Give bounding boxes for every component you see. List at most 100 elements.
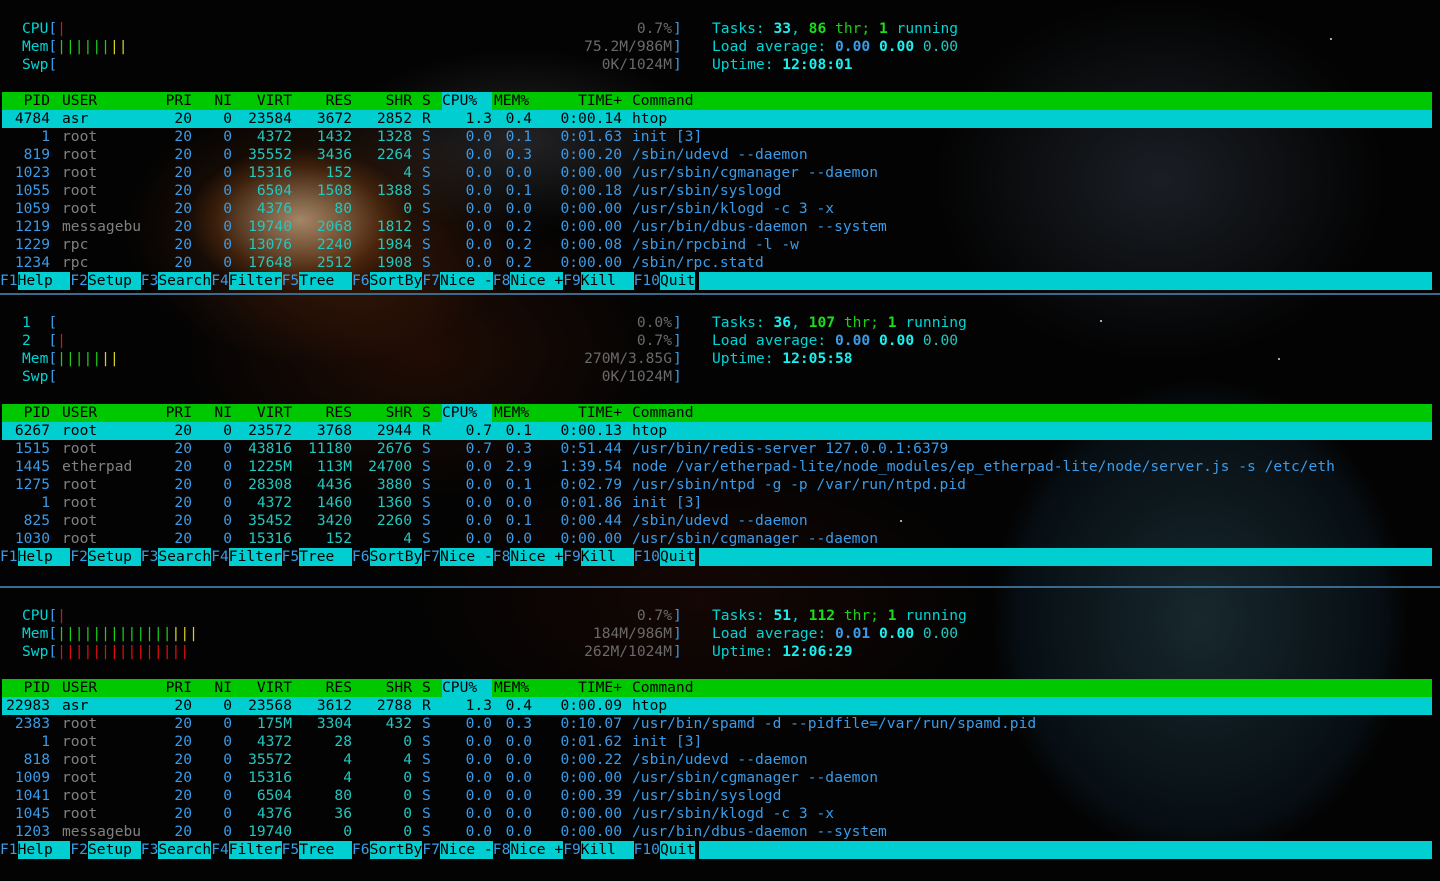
fkey-f7-key[interactable]: F7 bbox=[422, 548, 440, 566]
fkey-f2-key[interactable]: F2 bbox=[70, 841, 88, 859]
fkey-f7-label[interactable]: Nice - bbox=[440, 841, 493, 859]
fkey-f5-key[interactable]: F5 bbox=[282, 548, 300, 566]
column-header-time[interactable]: TIME+ bbox=[542, 92, 622, 110]
fkey-f8-key[interactable]: F8 bbox=[493, 548, 511, 566]
column-header-shr[interactable]: SHR bbox=[352, 679, 412, 697]
fkey-f4-label[interactable]: Filter bbox=[228, 272, 282, 290]
column-header-pri[interactable]: PRI bbox=[152, 404, 192, 422]
fkey-f10-key[interactable]: F10 bbox=[634, 548, 660, 566]
fkey-f2-label[interactable]: Setup bbox=[88, 841, 141, 859]
column-header-virt[interactable]: VIRT bbox=[232, 679, 292, 697]
column-header-shr[interactable]: SHR bbox=[352, 92, 412, 110]
fkey-f3-key[interactable]: F3 bbox=[141, 272, 159, 290]
fkey-f9-key[interactable]: F9 bbox=[563, 272, 581, 290]
process-row[interactable]: 825 root 20 0 35452 3420 2260 S 0.0 0.1 0:00.44/sb… bbox=[2, 512, 1432, 530]
fkey-f9-key[interactable]: F9 bbox=[563, 548, 581, 566]
fkey-f5-label[interactable]: Tree bbox=[299, 548, 352, 566]
column-header-res[interactable]: RES bbox=[292, 679, 352, 697]
process-row-selected[interactable]: 4784 asr 20 0 23584 3672 2852 R 1.3 0.4 0:00.14 hto… bbox=[2, 110, 1432, 128]
process-row[interactable]: 818 root 20 0 35572 4 4 S 0.0 0.0 0:00.22/sbin/ude… bbox=[2, 751, 1432, 769]
column-header-command[interactable]: Command bbox=[632, 679, 1432, 697]
column-header-s[interactable]: S bbox=[422, 92, 434, 110]
fkey-f6-key[interactable]: F6 bbox=[352, 272, 370, 290]
fkey-f10-key[interactable]: F10 bbox=[634, 841, 660, 859]
fkey-f3-label[interactable]: Search bbox=[158, 548, 212, 566]
fkey-f1-key[interactable]: F1 bbox=[0, 841, 18, 859]
column-header-user[interactable]: USER bbox=[62, 679, 152, 697]
fkey-f2-label[interactable]: Setup bbox=[88, 548, 141, 566]
fkey-f6-key[interactable]: F6 bbox=[352, 841, 370, 859]
column-header-mem[interactable]: MEM% bbox=[494, 92, 534, 110]
process-row-selected[interactable]: 6267 root 20 0 23572 3768 2944 R 0.7 0.1 0:00.13 ht… bbox=[2, 422, 1432, 440]
process-row[interactable]: 1023 root 20 0 15316 152 4 S 0.0 0.0 0:00.00/usr/s… bbox=[2, 164, 1432, 182]
pane-separator[interactable] bbox=[0, 293, 1440, 295]
fkey-f5-label[interactable]: Tree bbox=[299, 841, 352, 859]
fkey-f10-label[interactable]: Quit bbox=[660, 841, 696, 859]
fkey-f1-label[interactable]: Help bbox=[17, 841, 71, 859]
fkey-f3-label[interactable]: Search bbox=[158, 272, 212, 290]
column-header-time[interactable]: TIME+ bbox=[542, 404, 622, 422]
fkey-f4-label[interactable]: Filter bbox=[228, 841, 282, 859]
fkey-f3-key[interactable]: F3 bbox=[141, 548, 159, 566]
fkey-f7-label[interactable]: Nice - bbox=[440, 272, 493, 290]
fkey-f1-key[interactable]: F1 bbox=[0, 272, 18, 290]
fkey-f3-key[interactable]: F3 bbox=[141, 841, 159, 859]
column-header-cpu[interactable]: CPU% bbox=[442, 404, 492, 422]
column-header-command[interactable]: Command bbox=[632, 404, 1432, 422]
process-row[interactable]: 1275 root 20 0 28308 4436 3880 S 0.0 0.1 0:02.79/u… bbox=[2, 476, 1432, 494]
fkey-f8-label[interactable]: Nice + bbox=[510, 548, 564, 566]
process-row[interactable]: 1229 rpc 20 0 13076 2240 1984 S 0.0 0.2 0:00.08/sb… bbox=[2, 236, 1432, 254]
process-row[interactable]: 1515 root 20 0 43816 11180 2676 S 0.7 0.3 0:51.44 /… bbox=[2, 440, 1432, 458]
fkey-f6-key[interactable]: F6 bbox=[352, 548, 370, 566]
column-header-ni[interactable]: NI bbox=[192, 92, 232, 110]
fkey-f6-label[interactable]: SortBy bbox=[369, 272, 423, 290]
fkey-f5-label[interactable]: Tree bbox=[299, 272, 352, 290]
column-header-ni[interactable]: NI bbox=[192, 679, 232, 697]
fkey-f8-label[interactable]: Nice + bbox=[510, 841, 564, 859]
column-header-mem[interactable]: MEM% bbox=[494, 404, 534, 422]
process-row[interactable]: 1203 messagebu 20 0 19740 0 0 S 0.0 0.0 0:00.00/us… bbox=[2, 823, 1432, 841]
column-header-res[interactable]: RES bbox=[292, 92, 352, 110]
process-row[interactable]: 1009 root 20 0 15316 4 0 S 0.0 0.0 0:00.00/usr/sbi… bbox=[2, 769, 1432, 787]
column-header-ni[interactable]: NI bbox=[192, 404, 232, 422]
fkey-f2-key[interactable]: F2 bbox=[70, 272, 88, 290]
column-header-virt[interactable]: VIRT bbox=[232, 92, 292, 110]
column-header-s[interactable]: S bbox=[422, 679, 434, 697]
column-header-shr[interactable]: SHR bbox=[352, 404, 412, 422]
process-row[interactable]: 1030 root 20 0 15316 152 4 S 0.0 0.0 0:00.00/usr/s… bbox=[2, 530, 1432, 548]
fkey-f7-key[interactable]: F7 bbox=[422, 841, 440, 859]
fkey-f2-label[interactable]: Setup bbox=[88, 272, 141, 290]
fkey-f9-key[interactable]: F9 bbox=[563, 841, 581, 859]
column-header-mem[interactable]: MEM% bbox=[494, 679, 534, 697]
process-row[interactable]: 1045 root 20 0 4376 36 0 S 0.0 0.0 0:00.00/usr/sbi… bbox=[2, 805, 1432, 823]
column-header-virt[interactable]: VIRT bbox=[232, 404, 292, 422]
column-header-pid[interactable]: PID bbox=[2, 679, 50, 697]
fkey-f4-key[interactable]: F4 bbox=[211, 841, 229, 859]
fkey-f3-label[interactable]: Search bbox=[158, 841, 212, 859]
column-header-user[interactable]: USER bbox=[62, 404, 152, 422]
process-row[interactable]: 819 root 20 0 35552 3436 2264 S 0.0 0.3 0:00.20/sb… bbox=[2, 146, 1432, 164]
process-row-selected[interactable]: 22983 asr 20 0 23568 3612 2788 R 1.3 0.4 0:00.09 ht… bbox=[2, 697, 1432, 715]
fkey-f1-label[interactable]: Help bbox=[17, 548, 71, 566]
column-header-cpu[interactable]: CPU% bbox=[442, 679, 492, 697]
pane-separator[interactable] bbox=[0, 586, 1440, 588]
fkey-f4-label[interactable]: Filter bbox=[228, 548, 282, 566]
process-row[interactable]: 1 root 20 0 4372 1460 1360 S 0.0 0.0 0:01.86 init [… bbox=[2, 494, 1432, 512]
process-row[interactable]: 1041 root 20 0 6504 80 0 S 0.0 0.0 0:00.39/usr/sbi… bbox=[2, 787, 1432, 805]
fkey-f5-key[interactable]: F5 bbox=[282, 272, 300, 290]
fkey-f1-key[interactable]: F1 bbox=[0, 548, 18, 566]
fkey-f8-key[interactable]: F8 bbox=[493, 272, 511, 290]
fkey-f9-label[interactable]: Kill bbox=[580, 841, 634, 859]
fkey-f8-label[interactable]: Nice + bbox=[510, 272, 564, 290]
fkey-f4-key[interactable]: F4 bbox=[211, 548, 229, 566]
fkey-f2-key[interactable]: F2 bbox=[70, 548, 88, 566]
fkey-f7-label[interactable]: Nice - bbox=[440, 548, 493, 566]
process-row[interactable]: 2383 root 20 0 175M 3304 432 S 0.0 0.3 0:10.07/usr… bbox=[2, 715, 1432, 733]
fkey-f4-key[interactable]: F4 bbox=[211, 272, 229, 290]
fkey-f8-key[interactable]: F8 bbox=[493, 841, 511, 859]
process-row[interactable]: 1445 etherpad 20 0 1225M 113M 24700 S 0.0 2.9 1:39… bbox=[2, 458, 1432, 476]
process-row[interactable]: 1219 messagebu 20 0 19740 2068 1812 S 0.0 0.2 0:00… bbox=[2, 218, 1432, 236]
process-row[interactable]: 1234 rpc 20 0 17648 2512 1908 S 0.0 0.2 0:00.00/sb… bbox=[2, 254, 1432, 272]
fkey-f9-label[interactable]: Kill bbox=[580, 548, 634, 566]
column-header-user[interactable]: USER bbox=[62, 92, 152, 110]
